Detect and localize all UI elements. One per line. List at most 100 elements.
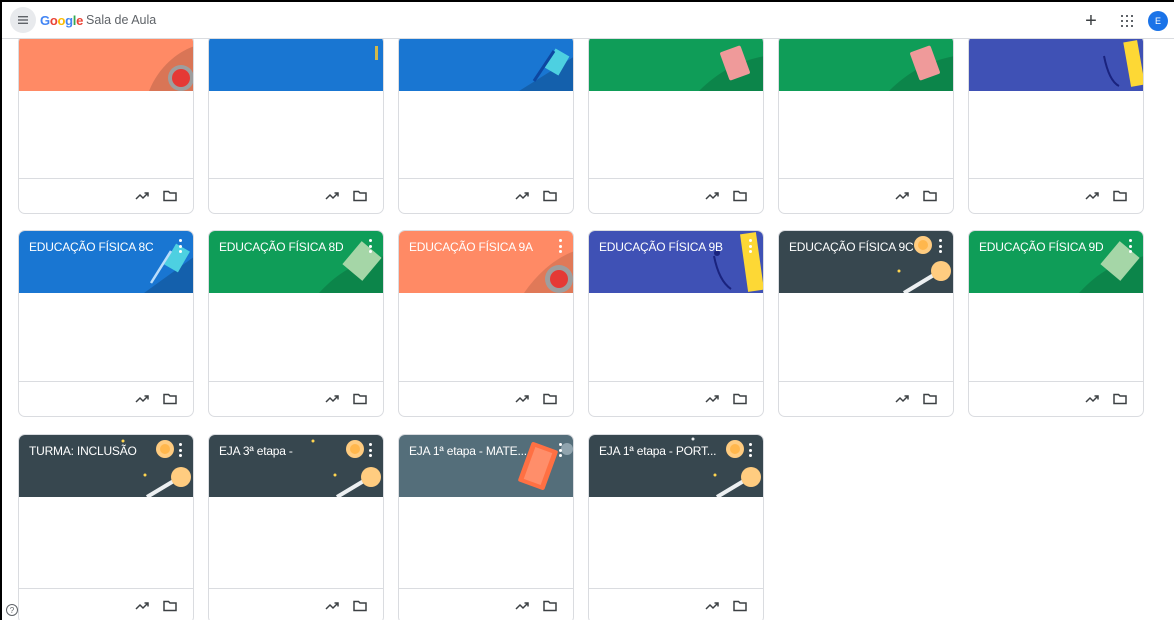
more-options-icon[interactable] (177, 239, 183, 253)
banner-illustration-icon (699, 45, 763, 91)
trending-up-icon[interactable] (895, 191, 909, 201)
trending-up-icon[interactable] (325, 601, 339, 611)
hamburger-menu-icon (18, 16, 28, 24)
more-options-icon[interactable] (367, 239, 373, 253)
folder-icon[interactable] (1113, 190, 1127, 202)
trending-up-icon[interactable] (705, 394, 719, 404)
class-card-eja-1-etapa-port[interactable]: EJA 1ª etapa - PORT... (588, 434, 764, 620)
folder-icon[interactable] (543, 393, 557, 405)
more-options-icon[interactable] (177, 443, 183, 457)
help-icon[interactable]: ? (6, 604, 18, 616)
class-card-educacao-fisica-9c[interactable]: EDUCAÇÃO FÍSICA 9C (778, 230, 954, 417)
class-title[interactable]: EDUCAÇÃO FÍSICA 9B (599, 240, 723, 254)
class-card-educacao-fisica-9d[interactable]: EDUCAÇÃO FÍSICA 9D (968, 230, 1144, 417)
class-card-footer (779, 178, 953, 213)
folder-icon[interactable] (923, 393, 937, 405)
class-card[interactable] (398, 35, 574, 214)
class-card-footer (209, 381, 383, 416)
class-card-educacao-fisica-8c[interactable]: EDUCAÇÃO FÍSICA 8C (18, 230, 194, 417)
class-title[interactable]: EJA 3ª etapa - (219, 444, 293, 458)
class-card-banner (19, 36, 193, 91)
folder-icon[interactable] (353, 190, 367, 202)
google-apps-button[interactable] (1116, 14, 1138, 27)
class-card-banner: EDUCAÇÃO FÍSICA 9B (589, 231, 763, 293)
class-card-footer (209, 588, 383, 620)
class-card-banner: EJA 3ª etapa - (209, 435, 383, 497)
class-card-banner (399, 36, 573, 91)
class-card-banner: EDUCAÇÃO FÍSICA 8D (209, 231, 383, 293)
google-classroom-logo[interactable]: Google Sala de Aula (40, 13, 156, 28)
apps-grid-icon (1121, 14, 1133, 27)
folder-icon[interactable] (163, 393, 177, 405)
trending-up-icon[interactable] (135, 394, 149, 404)
folder-icon[interactable] (163, 600, 177, 612)
folder-icon[interactable] (923, 190, 937, 202)
folder-icon[interactable] (543, 190, 557, 202)
class-card[interactable] (968, 35, 1144, 214)
class-title[interactable]: EJA 1ª etapa - MATE... (409, 444, 527, 458)
main-menu-button[interactable] (10, 7, 36, 33)
folder-icon[interactable] (543, 600, 557, 612)
class-title[interactable]: EDUCAÇÃO FÍSICA 9A (409, 240, 533, 254)
class-card-educacao-fisica-9b[interactable]: EDUCAÇÃO FÍSICA 9B (588, 230, 764, 417)
class-card-footer (399, 178, 573, 213)
class-title[interactable]: EDUCAÇÃO FÍSICA 8C (29, 240, 153, 254)
class-card-footer (969, 381, 1143, 416)
more-options-icon[interactable] (937, 239, 943, 253)
more-options-icon[interactable] (557, 239, 563, 253)
class-card-banner: EJA 1ª etapa - PORT... (589, 435, 763, 497)
class-card-educacao-fisica-9a[interactable]: EDUCAÇÃO FÍSICA 9A (398, 230, 574, 417)
class-card-eja-3-etapa[interactable]: EJA 3ª etapa - (208, 434, 384, 620)
class-title[interactable]: EDUCAÇÃO FÍSICA 9D (979, 240, 1103, 254)
banner-illustration-icon (375, 46, 378, 60)
trending-up-icon[interactable] (1085, 394, 1099, 404)
class-card-footer (969, 178, 1143, 213)
trending-up-icon[interactable] (705, 191, 719, 201)
class-card-banner (969, 36, 1143, 91)
class-card-banner: TURMA: INCLUSÃO (19, 435, 193, 497)
create-class-button[interactable]: + (1080, 11, 1102, 31)
class-title[interactable]: TURMA: INCLUSÃO (29, 444, 137, 458)
trending-up-icon[interactable] (135, 601, 149, 611)
class-card-banner: EDUCAÇÃO FÍSICA 9A (399, 231, 573, 293)
folder-icon[interactable] (353, 393, 367, 405)
folder-icon[interactable] (733, 190, 747, 202)
more-options-icon[interactable] (1127, 239, 1133, 253)
class-card-eja-1-etapa-mate[interactable]: EJA 1ª etapa - MATE... (398, 434, 574, 620)
more-options-icon[interactable] (367, 443, 373, 457)
more-options-icon[interactable] (747, 239, 753, 253)
folder-icon[interactable] (733, 600, 747, 612)
trending-up-icon[interactable] (705, 601, 719, 611)
trending-up-icon[interactable] (1085, 191, 1099, 201)
class-card[interactable] (18, 35, 194, 214)
class-card-educacao-fisica-8d[interactable]: EDUCAÇÃO FÍSICA 8D (208, 230, 384, 417)
trending-up-icon[interactable] (325, 394, 339, 404)
top-app-bar: Google Sala de Aula + E (2, 2, 1174, 39)
folder-icon[interactable] (1113, 393, 1127, 405)
trending-up-icon[interactable] (515, 191, 529, 201)
class-title[interactable]: EDUCAÇÃO FÍSICA 8D (219, 240, 343, 254)
banner-illustration-icon (149, 46, 193, 91)
class-card[interactable] (778, 35, 954, 214)
trending-up-icon[interactable] (135, 191, 149, 201)
class-card-footer (399, 381, 573, 416)
class-card-footer (589, 381, 763, 416)
trending-up-icon[interactable] (895, 394, 909, 404)
trending-up-icon[interactable] (515, 394, 529, 404)
folder-icon[interactable] (163, 190, 177, 202)
trending-up-icon[interactable] (515, 601, 529, 611)
account-avatar[interactable]: E (1148, 10, 1168, 31)
trending-up-icon[interactable] (325, 191, 339, 201)
class-title[interactable]: EJA 1ª etapa - PORT... (599, 444, 716, 458)
banner-illustration-icon (519, 48, 573, 91)
folder-icon[interactable] (733, 393, 747, 405)
class-card-turma-inclusao[interactable]: TURMA: INCLUSÃO (18, 434, 194, 620)
class-card[interactable] (208, 35, 384, 214)
class-card[interactable] (588, 35, 764, 214)
google-brand-text: Google (40, 12, 84, 28)
folder-icon[interactable] (353, 600, 367, 612)
more-options-icon[interactable] (557, 443, 563, 457)
class-title[interactable]: EDUCAÇÃO FÍSICA 9C (789, 240, 913, 254)
class-card-footer (589, 178, 763, 213)
more-options-icon[interactable] (747, 443, 753, 457)
